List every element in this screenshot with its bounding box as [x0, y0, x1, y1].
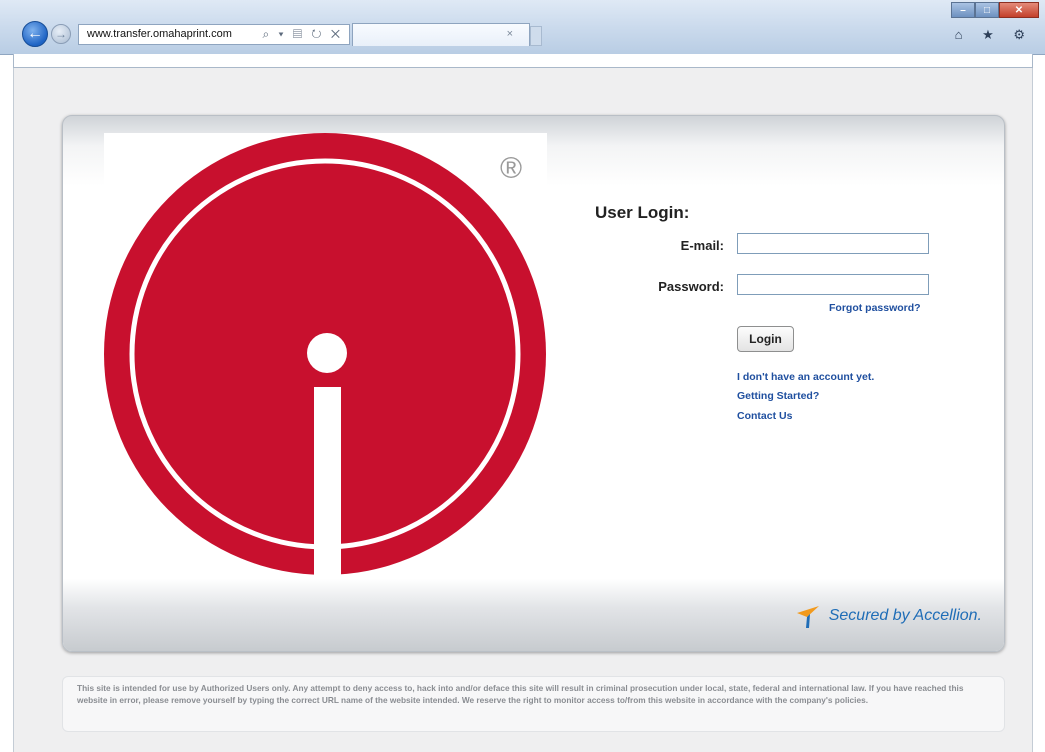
new-tab-button[interactable]: [530, 26, 542, 46]
login-button[interactable]: Login: [737, 326, 794, 352]
password-field[interactable]: [737, 274, 929, 295]
toolbar-right-icons[interactable]: ⌂ ★ ⚙: [955, 27, 1033, 43]
close-window-button[interactable]: ✕: [999, 2, 1039, 18]
secured-by-text: Secured by Accellion.: [828, 607, 982, 624]
forgot-password-link[interactable]: Forgot password?: [829, 302, 921, 314]
back-button[interactable]: ←: [22, 21, 48, 47]
getting-started-link[interactable]: Getting Started?: [737, 390, 819, 402]
registered-mark: ®: [500, 152, 522, 185]
browser-chrome: ← → www.transfer.omahaprint.com ⌕ ▾ ▤ ↻ …: [0, 0, 1045, 55]
login-title: User Login:: [595, 203, 690, 222]
accellion-logo-icon: [796, 606, 819, 628]
disclaimer-box: This site is intended for use by Authori…: [62, 676, 1005, 732]
no-account-link[interactable]: I don't have an account yet.: [737, 371, 874, 383]
forward-arrow-icon: →: [55, 27, 67, 41]
address-bar-icons[interactable]: ⌕ ▾ ▤ ↻ ✕: [263, 27, 344, 42]
window-controls: – □ ✕: [951, 2, 1039, 18]
info-logo-icon: ®: [104, 133, 546, 576]
minimize-button[interactable]: –: [951, 2, 975, 18]
tab-close-icon[interactable]: ×: [507, 28, 513, 40]
browser-content-top: [13, 54, 1033, 68]
email-field[interactable]: [737, 233, 929, 254]
company-logo: ®: [104, 133, 547, 576]
contact-us-link[interactable]: Contact Us: [737, 410, 792, 422]
forward-button[interactable]: →: [51, 24, 71, 44]
secured-by-accellion: Secured by Accellion.: [795, 603, 982, 629]
address-bar[interactable]: www.transfer.omahaprint.com ⌕ ▾ ▤ ↻ ✕: [78, 24, 350, 45]
email-label: E-mail:: [680, 238, 724, 253]
password-label: Password:: [658, 279, 724, 294]
browser-tab[interactable]: ×: [352, 23, 530, 46]
disclaimer-text: This site is intended for use by Authori…: [77, 683, 964, 705]
address-url[interactable]: www.transfer.omahaprint.com: [87, 28, 232, 40]
panel-footer: Secured by Accellion.: [63, 579, 1004, 651]
back-arrow-icon: ←: [27, 25, 43, 42]
maximize-button[interactable]: □: [975, 2, 999, 18]
